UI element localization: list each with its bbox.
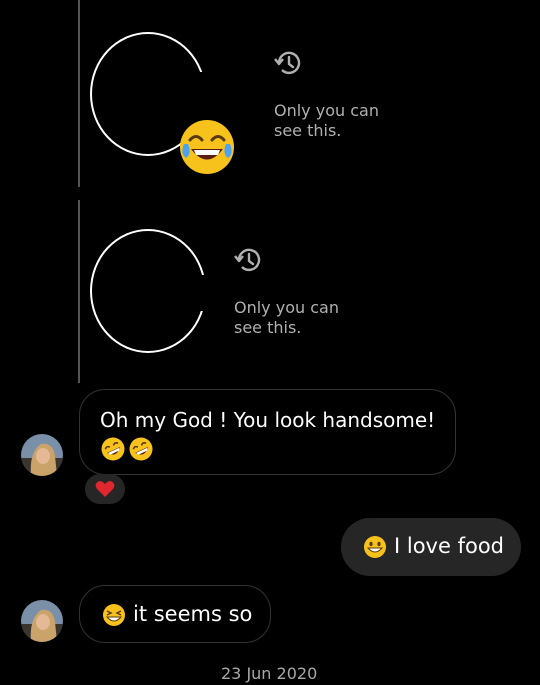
red-heart-icon	[95, 481, 115, 497]
sent-message-bubble[interactable]: I love food	[341, 518, 521, 576]
message-bubble[interactable]: it seems so	[79, 585, 271, 643]
expired-story-text: Only you can see this.	[234, 298, 339, 337]
story-thumbnail[interactable]	[90, 229, 210, 357]
message-reaction[interactable]	[85, 474, 125, 504]
message-text: Oh my God ! You look handsome!	[100, 408, 436, 432]
story-reply-line	[78, 200, 80, 383]
expired-story-text: Only you can see this.	[274, 101, 379, 140]
avatar[interactable]	[21, 434, 63, 476]
date-separator: 23 Jun 2020	[221, 664, 318, 683]
message-bubble[interactable]: Oh my God ! You look handsome!	[79, 389, 456, 475]
grinning-squinting-face-emoji	[103, 604, 125, 626]
grinning-face-emoji	[364, 536, 386, 558]
avatar[interactable]	[21, 600, 63, 642]
history-icon	[274, 51, 301, 75]
rolling-on-floor-laughing-emoji	[101, 437, 125, 461]
history-icon	[234, 248, 261, 272]
message-text: it seems so	[133, 602, 253, 626]
story-circle-outline	[90, 229, 206, 353]
message-text: I love food	[394, 534, 504, 558]
tears-of-joy-emoji	[180, 120, 234, 174]
rolling-on-floor-laughing-emoji	[129, 437, 153, 461]
story-reply-line	[78, 0, 80, 187]
